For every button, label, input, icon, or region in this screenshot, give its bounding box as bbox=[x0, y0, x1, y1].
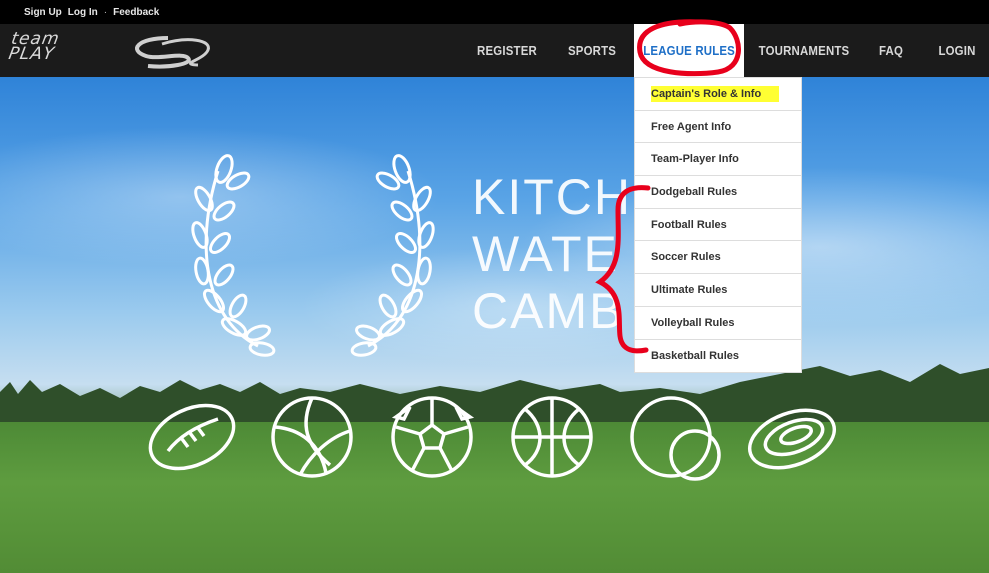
sports-icons-row bbox=[148, 396, 837, 481]
nav-register[interactable]: REGISTER bbox=[474, 24, 539, 77]
utility-bar: Sign Up Log In · Feedback bbox=[0, 0, 989, 24]
nav-tournaments[interactable]: TOURNAMENTS bbox=[759, 24, 850, 77]
dodgeball-icon bbox=[630, 396, 721, 481]
basketball-icon bbox=[511, 396, 593, 478]
league-rules-dropdown: Captain's Role & Info Free Agent Info Te… bbox=[634, 77, 802, 374]
nav-login[interactable]: LOGIN bbox=[937, 24, 977, 77]
nav-sports[interactable]: SPORTS bbox=[566, 24, 617, 77]
team-play-logo[interactable]: team PLAY bbox=[7, 29, 215, 72]
sign-up-link[interactable]: Sign Up bbox=[24, 7, 62, 18]
laurel-wreath-icon bbox=[191, 151, 438, 359]
soccer-ball-icon bbox=[391, 396, 475, 478]
menu-item-dodgeball-rules[interactable]: Dodgeball Rules bbox=[635, 176, 801, 209]
nav-league-rules[interactable]: LEAGUE RULES bbox=[634, 24, 744, 77]
menu-item-ultimate-rules[interactable]: Ultimate Rules bbox=[635, 274, 801, 307]
volleyball-icon bbox=[271, 396, 353, 478]
menu-item-team-player-info[interactable]: Team-Player Info bbox=[635, 143, 801, 177]
menu-item-free-agent-info[interactable]: Free Agent Info bbox=[635, 111, 801, 144]
nav-faq[interactable]: FAQ bbox=[875, 24, 907, 77]
hero-title: KITCH WATE CAMB bbox=[472, 169, 632, 339]
hero-banner: KITCH WATE CAMB bbox=[0, 77, 989, 573]
menu-item-basketball-rules[interactable]: Basketball Rules bbox=[635, 340, 801, 373]
menu-item-volleyball-rules[interactable]: Volleyball Rules bbox=[635, 307, 801, 340]
logo-text: team PLAY bbox=[7, 29, 62, 64]
menu-item-captains-role[interactable]: Captain's Role & Info bbox=[635, 78, 801, 111]
log-in-link[interactable]: Log In bbox=[68, 7, 98, 18]
feedback-link[interactable]: Feedback bbox=[113, 7, 159, 18]
menu-item-football-rules[interactable]: Football Rules bbox=[635, 209, 801, 242]
menu-item-soccer-rules[interactable]: Soccer Rules bbox=[635, 241, 801, 275]
separator: · bbox=[103, 6, 108, 18]
logo-swoosh-icon bbox=[135, 36, 210, 69]
frisbee-icon bbox=[747, 408, 837, 470]
football-icon bbox=[148, 403, 236, 471]
